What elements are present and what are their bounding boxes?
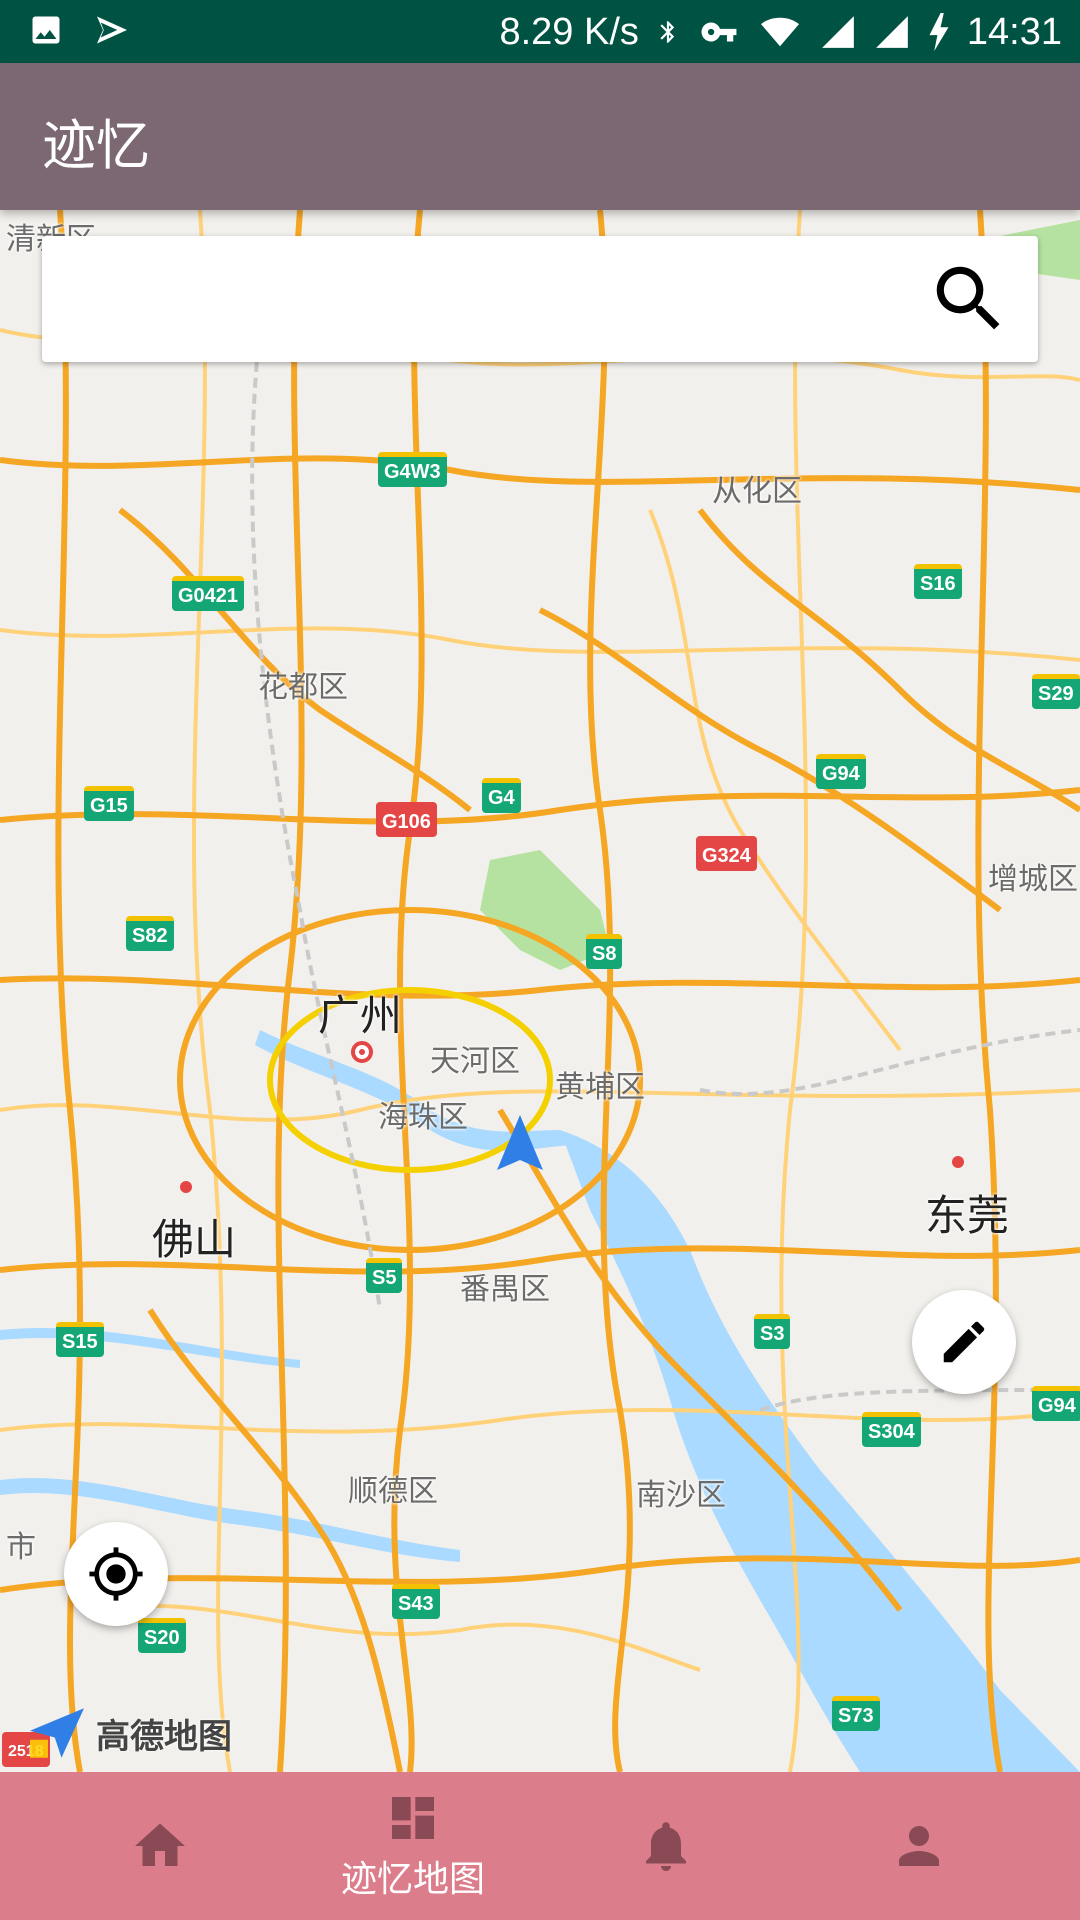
image-icon (32, 16, 60, 44)
nav-item-home[interactable] (25, 1772, 295, 1920)
network-speed: 8.29 K/s (499, 10, 639, 53)
my-location-icon (89, 1547, 143, 1601)
wifi-icon (760, 17, 799, 47)
key-icon (701, 22, 737, 42)
road-shield: S20 (138, 1618, 186, 1653)
place-label: 天河区 (430, 1044, 520, 1079)
road-shield: S73 (832, 1696, 880, 1731)
map-view[interactable]: 清新区 从化区 花都区 增城区 广州 天河区 黄埔区 海珠区 佛山 东莞 番禺区… (0, 210, 1080, 1772)
road-shield: S15 (56, 1322, 104, 1357)
city-label: 东莞 (925, 1191, 1010, 1240)
locate-button[interactable] (64, 1522, 168, 1626)
edit-button[interactable] (912, 1290, 1016, 1394)
app-bar: 迹忆 (0, 63, 1080, 210)
road-shield: G94 (816, 754, 866, 789)
amap-logo-text: 高德地图 (96, 1716, 232, 1757)
road-shield: G0421 (172, 576, 245, 611)
road-shield: G106 (376, 802, 437, 837)
road-shield: S5 (366, 1258, 403, 1293)
place-label: 增城区 (988, 862, 1078, 897)
nav-label: 迹忆地图 (340, 1859, 485, 1900)
nav-item-memory-map[interactable]: 迹忆地图 (278, 1772, 548, 1920)
place-label: 顺德区 (348, 1474, 438, 1509)
send-icon (97, 16, 127, 44)
road-shield: S3 (754, 1314, 791, 1349)
road-shield: G4 (482, 778, 521, 813)
place-label: 黄埔区 (555, 1070, 645, 1105)
home-icon (135, 1823, 185, 1866)
signal-icon (876, 16, 908, 48)
place-label: 海珠区 (378, 1100, 468, 1135)
place-label: 从化区 (712, 474, 802, 509)
road-shield: S29 (1032, 674, 1080, 709)
road-shield: S43 (392, 1584, 440, 1619)
road-shield: G94 (1032, 1386, 1080, 1421)
road-shield: S82 (126, 916, 174, 951)
map-base (0, 210, 1080, 1772)
status-bar: 8.29 K/s 14:31 (0, 0, 1080, 63)
nav-item-notifications[interactable] (531, 1772, 801, 1920)
clock: 14:31 (966, 10, 1062, 53)
person-icon (899, 1826, 939, 1866)
city-label: 广州 (318, 991, 403, 1040)
page-title: 迹忆 (42, 114, 150, 177)
place-label: 番禺区 (460, 1272, 550, 1307)
road-shield: G4W3 (378, 452, 447, 487)
search-bar (42, 236, 1038, 362)
search-icon[interactable] (926, 256, 1012, 342)
amap-logo-icon (30, 1708, 84, 1758)
place-label: 花都区 (258, 670, 348, 705)
city-label: 佛山 (152, 1215, 237, 1264)
road-shield: G15 (84, 786, 134, 821)
road-shield: S8 (586, 934, 623, 969)
search-input[interactable] (66, 264, 920, 336)
edit-icon (943, 1321, 985, 1363)
charging-icon (929, 13, 949, 51)
nav-item-profile[interactable] (784, 1772, 1054, 1920)
road-shield: G324 (696, 836, 757, 871)
dashboard-icon (392, 1797, 434, 1839)
bluetooth-icon (660, 21, 675, 43)
map-provider-logo: 高德地图 (30, 1708, 232, 1758)
place-label: 市 (6, 1530, 36, 1565)
road-shield: S304 (862, 1412, 921, 1447)
signal-icon (822, 16, 854, 48)
road-shield: S16 (914, 564, 962, 599)
bell-icon (646, 1822, 686, 1871)
bottom-navigation: 迹忆地图 (0, 1772, 1080, 1920)
place-label: 南沙区 (636, 1478, 726, 1513)
